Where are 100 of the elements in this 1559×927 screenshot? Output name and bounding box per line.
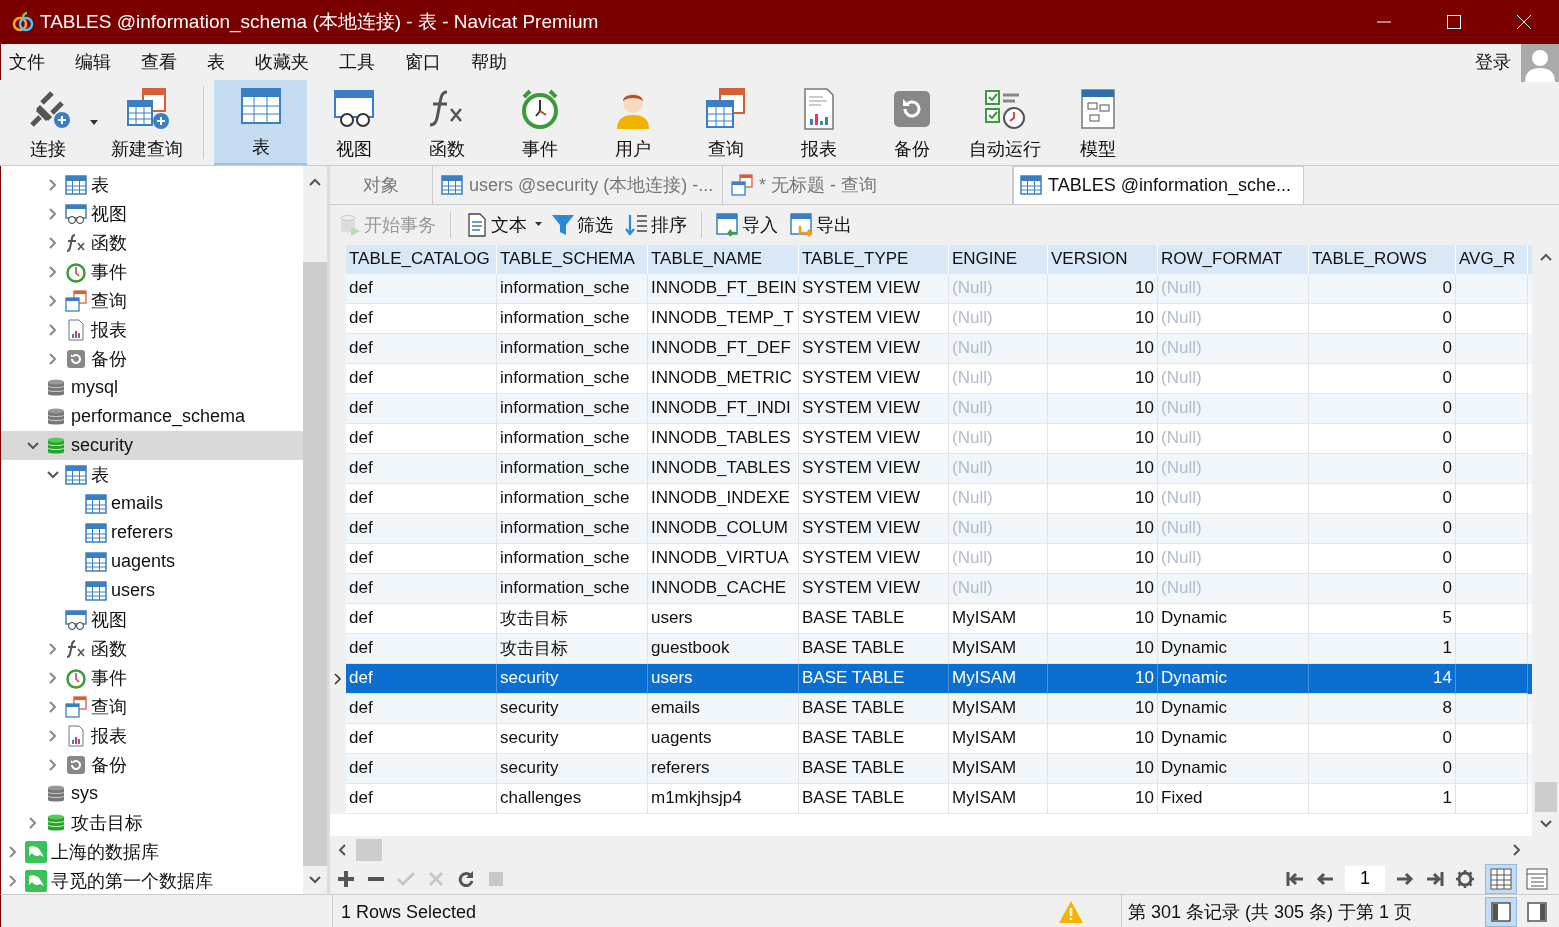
table-cell: (Null)	[949, 543, 1048, 574]
column-header[interactable]: AVG_R	[1456, 244, 1528, 274]
toolbar-button[interactable]: 筛选	[547, 212, 617, 237]
tree-item[interactable]: 视图	[1, 199, 303, 228]
caret-icon[interactable]	[535, 221, 543, 228]
grid-view-button[interactable]	[1485, 863, 1517, 894]
table-row[interactable]: def information_sche INNODB_METRIC SYSTEM VIEW (Null) 10 (Null) 0	[330, 363, 1532, 394]
table-row[interactable]: def information_sche INNODB_CACHE SYSTEM VIEW (Null) 10 (Null) 0	[330, 573, 1532, 604]
tree-item[interactable]: 查询	[1, 286, 303, 315]
toolbar-button[interactable]: 模型	[1051, 80, 1144, 165]
table-row[interactable]: def information_sche INNODB_FT_DEF SYSTEM VIEW (Null) 10 (Null) 0	[330, 333, 1532, 364]
menu-item[interactable]: 帮助	[463, 50, 515, 74]
tree-item[interactable]: 事件	[1, 257, 303, 286]
column-header[interactable]: ENGINE	[949, 244, 1048, 274]
table-row[interactable]: def information_sche INNODB_FT_INDI SYSTEM VIEW (Null) 10 (Null) 0	[330, 393, 1532, 424]
table-cell: INNODB_TABLES	[648, 453, 799, 484]
page-field[interactable]: 1	[1345, 865, 1385, 892]
tab[interactable]: TABLES @information_sche...	[1013, 166, 1305, 204]
column-header[interactable]: VERSION	[1048, 244, 1158, 274]
table-row[interactable]: def information_sche INNODB_VIRTUA SYSTEM VIEW (Null) 10 (Null) 0	[330, 543, 1532, 574]
tree-item[interactable]: security	[1, 431, 303, 460]
table-row[interactable]: def security users BASE TABLE MyISAM 10 Dynamic 14	[330, 663, 1532, 694]
tree-item[interactable]: 表	[1, 170, 303, 199]
menu-item[interactable]: 编辑	[67, 50, 119, 74]
import-icon	[716, 212, 740, 237]
table-row[interactable]: def 攻击目标 guestbook BASE TABLE MyISAM 10 Dynamic 1	[330, 633, 1532, 664]
toolbar-button[interactable]: 备份	[865, 80, 958, 165]
toolbar-button[interactable]: 文本	[461, 212, 531, 237]
menu-item[interactable]: 窗口	[397, 50, 449, 74]
add-icon[interactable]	[336, 868, 356, 889]
toolbar-button[interactable]: 导出	[786, 212, 856, 237]
toolbar-button[interactable]: 连接	[0, 80, 96, 165]
tree-item[interactable]: 查询	[1, 692, 303, 721]
table-cell: information_sche	[497, 483, 648, 514]
table-cell: (Null)	[1158, 543, 1309, 574]
scrollbar-thumb[interactable]	[1534, 782, 1557, 813]
tree-item[interactable]: emails	[1, 489, 303, 518]
table-row[interactable]: def 攻击目标 users BASE TABLE MyISAM 10 Dynamic 5	[330, 603, 1532, 634]
toolbar-button[interactable]: 新建查询	[100, 80, 193, 165]
menu-item[interactable]: 工具	[331, 50, 383, 74]
menu-item[interactable]: 收藏夹	[247, 50, 317, 74]
table-row[interactable]: def security uagents BASE TABLE MyISAM 10 Dynamic 0	[330, 723, 1532, 754]
column-header[interactable]: ROW_FORMAT	[1158, 244, 1309, 274]
tree-item[interactable]: 表	[1, 460, 303, 489]
toolbar-button[interactable]: 自动运行	[958, 80, 1051, 165]
menu-item[interactable]: 表	[199, 50, 233, 74]
tree-item[interactable]: 备份	[1, 750, 303, 779]
table-row[interactable]: def security emails BASE TABLE MyISAM 10 Dynamic 8	[330, 693, 1532, 724]
tree-item[interactable]: uagents	[1, 547, 303, 576]
caret-icon[interactable]	[90, 119, 98, 126]
tree-item[interactable]: performance_schema	[1, 402, 303, 431]
toolbar-button[interactable]: 报表	[772, 80, 865, 165]
tree-item[interactable]: 视图	[1, 605, 303, 634]
pane-toggle-button[interactable]	[1485, 897, 1517, 927]
toolbar-button[interactable]: 函数	[400, 80, 493, 165]
column-header[interactable]: TABLE_SCHEMA	[497, 244, 648, 274]
table-row[interactable]: def information_sche INNODB_FT_BEIN SYSTEM VIEW (Null) 10 (Null) 0	[330, 273, 1532, 304]
column-header[interactable]: TABLE_CATALOG	[346, 244, 497, 274]
toolbar-button[interactable]: 排序	[621, 212, 691, 237]
tree-item[interactable]: sys	[1, 779, 303, 808]
tree-item[interactable]: 事件	[1, 663, 303, 692]
table-row[interactable]: def information_sche INNODB_TEMP_T SYSTEM VIEW (Null) 10 (Null) 0	[330, 303, 1532, 334]
table-row[interactable]: def security referers BASE TABLE MyISAM 10 Dynamic 0	[330, 753, 1532, 784]
toolbar-button[interactable]: 查询	[679, 80, 772, 165]
table-row[interactable]: def information_sche INNODB_TABLES SYSTEM VIEW (Null) 10 (Null) 0	[330, 453, 1532, 484]
table-row[interactable]: def information_sche INNODB_COLUM SYSTEM VIEW (Null) 10 (Null) 0	[330, 513, 1532, 544]
tree-item[interactable]: 攻击目标	[1, 808, 303, 837]
table-cell: (Null)	[949, 273, 1048, 304]
table-row[interactable]: def information_sche INNODB_TABLES SYSTEM VIEW (Null) 10 (Null) 0	[330, 423, 1532, 454]
column-header[interactable]: TABLE_ROWS	[1309, 244, 1456, 274]
column-header[interactable]: TABLE_NAME	[648, 244, 799, 274]
scrollbar-thumb[interactable]	[303, 262, 327, 866]
table-row[interactable]: def information_sche INNODB_INDEXE SYSTEM VIEW (Null) 10 (Null) 0	[330, 483, 1532, 514]
toolbar-button[interactable]: 用户	[586, 80, 679, 165]
table-cell: 0	[1309, 453, 1456, 484]
tree-item[interactable]: 报表	[1, 721, 303, 750]
tree-item[interactable]: 寻觅的第一个数据库	[1, 866, 303, 894]
tree-item[interactable]: 报表	[1, 315, 303, 344]
menu-item[interactable]: 文件	[1, 50, 53, 74]
toolbar-button[interactable]: 事件	[493, 80, 586, 165]
tree-item[interactable]: users	[1, 576, 303, 605]
scrollbar-thumb[interactable]	[356, 838, 382, 861]
column-header[interactable]: TABLE_TYPE	[799, 244, 949, 274]
tree-item[interactable]: 函数	[1, 228, 303, 257]
settings-icon[interactable]	[1455, 868, 1475, 889]
table-row[interactable]: def challenges m1mkjhsjp4 BASE TABLE MyISAM 10 Fixed 1	[330, 783, 1532, 814]
toolbar-button[interactable]: 视图	[307, 80, 400, 165]
maximize-icon[interactable]	[1446, 14, 1462, 30]
toolbar-button[interactable]: 表	[214, 80, 307, 165]
toolbar-button[interactable]: 导入	[712, 212, 782, 237]
login-link[interactable]: 登录	[1475, 50, 1511, 74]
table-cell: 10	[1048, 483, 1158, 514]
tree-item[interactable]: 上海的数据库	[1, 837, 303, 866]
close-icon[interactable]	[1516, 14, 1532, 30]
table-cell: MyISAM	[949, 693, 1048, 724]
tree-item[interactable]: mysql	[1, 373, 303, 402]
tree-item[interactable]: 备份	[1, 344, 303, 373]
tree-item[interactable]: referers	[1, 518, 303, 547]
tree-item[interactable]: 函数	[1, 634, 303, 663]
menu-item[interactable]: 查看	[133, 50, 185, 74]
